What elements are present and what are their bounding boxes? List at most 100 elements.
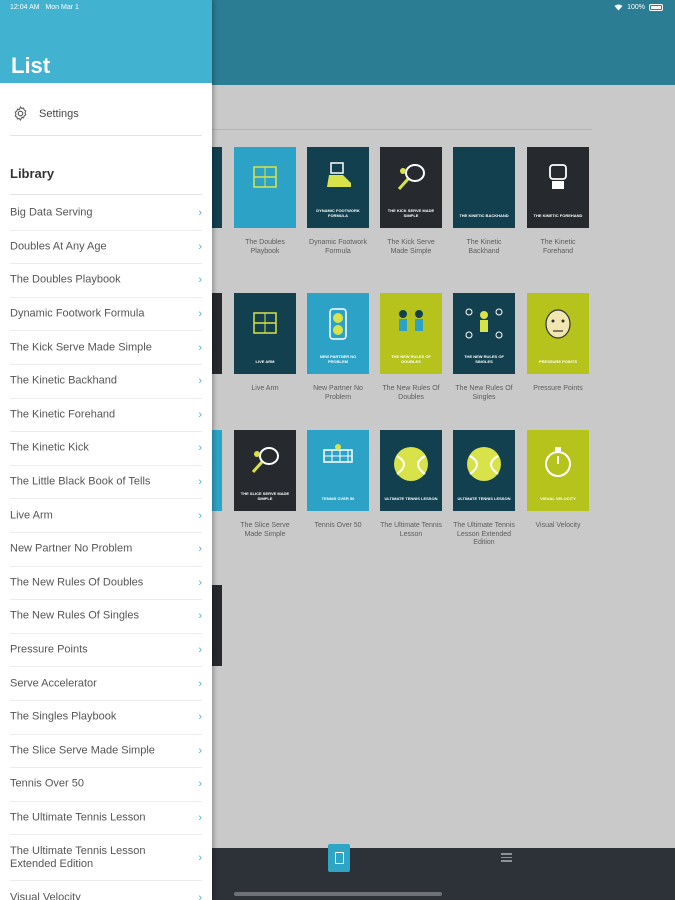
library-heading: Library bbox=[10, 166, 55, 181]
book-title: The Ultimate Tennis Lesson Extended Edit… bbox=[453, 522, 515, 546]
book-item[interactable]: The Doubles Playbook bbox=[234, 147, 296, 256]
book-cover-title: ULTIMATE TENNIS LESSON bbox=[457, 496, 511, 501]
wifi-icon bbox=[614, 4, 623, 11]
book-cover-partial[interactable] bbox=[212, 585, 222, 666]
library-list: Big Data Serving › Doubles At Any Age › The … bbox=[0, 197, 212, 900]
library-list-item[interactable]: The New Rules Of Singles › bbox=[10, 600, 202, 634]
book-cover-partial[interactable] bbox=[212, 430, 222, 511]
library-item-label: The Kinetic Kick bbox=[10, 441, 89, 454]
library-list-item[interactable]: Visual Velocity › bbox=[10, 881, 202, 900]
gear-icon bbox=[14, 106, 27, 121]
book-item[interactable]: LIVE ARM Live Arm bbox=[234, 293, 296, 394]
book-cover[interactable]: THE KINETIC BACKHAND bbox=[453, 147, 515, 228]
book-cover-partial[interactable] bbox=[212, 293, 222, 374]
library-list-item[interactable]: Live Arm › bbox=[10, 499, 202, 533]
ball-icon bbox=[391, 444, 431, 489]
book-item[interactable]: THE NEW RULES OF SINGLES The New Rules Of… bbox=[453, 293, 515, 402]
balls-icon bbox=[323, 307, 353, 346]
library-list-item[interactable]: The New Rules Of Doubles › bbox=[10, 567, 202, 601]
library-list-item[interactable]: The Ultimate Tennis Lesson › bbox=[10, 802, 202, 836]
ball-icon bbox=[464, 444, 504, 489]
book-cover[interactable]: THE KINETIC FOREHAND bbox=[527, 147, 589, 228]
book-cover[interactable]: NEW PARTNER NO PROBLEM bbox=[307, 293, 369, 374]
book-title: Live Arm bbox=[251, 385, 279, 392]
library-list-item[interactable]: Doubles At Any Age › bbox=[10, 231, 202, 265]
library-list-item[interactable]: The Kinetic Kick › bbox=[10, 432, 202, 466]
library-item-label: Pressure Points bbox=[10, 643, 88, 656]
library-item-label: Serve Accelerator bbox=[10, 677, 97, 690]
face-icon bbox=[542, 307, 574, 346]
book-item[interactable]: ULTIMATE TENNIS LESSON The Ultimate Tenni… bbox=[453, 430, 515, 548]
library-list-item[interactable]: New Partner No Problem › bbox=[10, 533, 202, 567]
book-item[interactable]: THE NEW RULES OF DOUBLES The New Rules Of… bbox=[380, 293, 442, 402]
status-bar: 12:04 AM Mon Mar 1 100% bbox=[0, 0, 675, 16]
book-cover-title: THE NEW RULES OF DOUBLES bbox=[391, 354, 431, 364]
book-cover-partial[interactable] bbox=[212, 147, 222, 228]
library-list-item[interactable]: The Slice Serve Made Simple › bbox=[10, 735, 202, 769]
status-indicators: 100% bbox=[614, 4, 663, 11]
settings-label: Settings bbox=[39, 108, 79, 120]
library-list-item[interactable]: The Ultimate Tennis Lesson Extended Edit… bbox=[10, 835, 202, 882]
book-cover[interactable]: PRESSURE POINTS bbox=[527, 293, 589, 374]
chevron-right-icon: › bbox=[198, 644, 202, 657]
player-icon bbox=[464, 307, 504, 346]
book-cover[interactable]: THE KICK SERVE MADE SIMPLE bbox=[380, 147, 442, 228]
library-list-item[interactable]: Dynamic Footwork Formula › bbox=[10, 298, 202, 332]
library-list-item[interactable]: The Doubles Playbook › bbox=[10, 264, 202, 298]
library-item-label: The Ultimate Tennis Lesson bbox=[10, 811, 146, 824]
chevron-right-icon: › bbox=[198, 375, 202, 388]
library-tab-icon[interactable] bbox=[328, 844, 350, 872]
book-item[interactable]: DYNAMIC FOOTWORK FORMULA Dynamic Footwork… bbox=[307, 147, 369, 256]
book-item[interactable]: THE SLICE SERVE MADE SIMPLE The Slice Ser… bbox=[234, 430, 296, 539]
book-cover-title: DYNAMIC FOOTWORK FORMULA bbox=[316, 208, 360, 218]
book-cover[interactable] bbox=[234, 147, 296, 228]
book-cover[interactable]: LIVE ARM bbox=[234, 293, 296, 374]
chevron-right-icon: › bbox=[198, 240, 202, 253]
book-cover[interactable]: ULTIMATE TENNIS LESSON bbox=[380, 430, 442, 511]
library-item-label: The Kick Serve Made Simple bbox=[10, 341, 152, 354]
chevron-right-icon: › bbox=[198, 308, 202, 321]
library-list-item[interactable]: Pressure Points › bbox=[10, 634, 202, 668]
book-cover-title: NEW PARTNER NO PROBLEM bbox=[319, 354, 357, 364]
library-item-label: Doubles At Any Age bbox=[10, 240, 107, 253]
library-item-label: The Slice Serve Made Simple bbox=[10, 744, 155, 757]
book-title: The Kinetic Backhand bbox=[466, 239, 502, 255]
book-cover[interactable]: THE NEW RULES OF SINGLES bbox=[453, 293, 515, 374]
book-item[interactable]: THE KINETIC BACKHAND The Kinetic Backhand bbox=[453, 147, 515, 256]
book-item[interactable]: ULTIMATE TENNIS LESSON The Ultimate Tenni… bbox=[380, 430, 442, 539]
book-cover[interactable]: DYNAMIC FOOTWORK FORMULA bbox=[307, 147, 369, 228]
book-item[interactable]: NEW PARTNER NO PROBLEM New Partner No Pro… bbox=[307, 293, 369, 402]
book-cover[interactable]: VISUAL VELOCITY bbox=[527, 430, 589, 511]
chevron-right-icon: › bbox=[198, 274, 202, 287]
library-item-label: The New Rules Of Singles bbox=[10, 609, 139, 622]
book-title: The Slice Serve Made Simple bbox=[240, 522, 290, 538]
book-cover[interactable]: TENNIS OVER 50 bbox=[307, 430, 369, 511]
book-cover-title: THE SLICE SERVE MADE SIMPLE bbox=[240, 491, 290, 501]
library-list-item[interactable]: The Little Black Book of Tells › bbox=[10, 466, 202, 500]
library-item-label: Live Arm bbox=[10, 509, 53, 522]
book-item[interactable]: THE KICK SERVE MADE SIMPLE The Kick Serve… bbox=[380, 147, 442, 256]
chevron-right-icon: › bbox=[198, 341, 202, 354]
library-list-item[interactable]: The Kinetic Forehand › bbox=[10, 399, 202, 433]
library-item-label: The Doubles Playbook bbox=[10, 273, 121, 286]
library-list-item[interactable]: Serve Accelerator › bbox=[10, 667, 202, 701]
library-list-item[interactable]: The Kick Serve Made Simple › bbox=[10, 331, 202, 365]
book-cover-title: THE KINETIC BACKHAND bbox=[459, 213, 509, 218]
library-list-item[interactable]: The Kinetic Backhand › bbox=[10, 365, 202, 399]
book-cover[interactable]: THE NEW RULES OF DOUBLES bbox=[380, 293, 442, 374]
settings-row[interactable]: Settings bbox=[0, 98, 212, 131]
book-title: The New Rules Of Singles bbox=[455, 385, 513, 401]
book-cover[interactable]: ULTIMATE TENNIS LESSON bbox=[453, 430, 515, 511]
book-item[interactable]: VISUAL VELOCITY Visual Velocity bbox=[527, 430, 589, 531]
book-cover[interactable]: THE SLICE SERVE MADE SIMPLE bbox=[234, 430, 296, 511]
library-list-item[interactable]: Big Data Serving › bbox=[10, 197, 202, 231]
library-list-item[interactable]: Tennis Over 50 › bbox=[10, 768, 202, 802]
book-item[interactable]: PRESSURE POINTS Pressure Points bbox=[527, 293, 589, 394]
menu-tab-icon[interactable] bbox=[501, 853, 512, 864]
book-item[interactable]: TENNIS OVER 50 Tennis Over 50 bbox=[307, 430, 369, 531]
home-indicator bbox=[234, 892, 442, 896]
book-item[interactable]: THE KINETIC FOREHAND The Kinetic Forehand bbox=[527, 147, 589, 256]
library-list-item[interactable]: The Singles Playbook › bbox=[10, 701, 202, 735]
chevron-right-icon: › bbox=[198, 891, 202, 900]
chevron-right-icon: › bbox=[198, 509, 202, 522]
